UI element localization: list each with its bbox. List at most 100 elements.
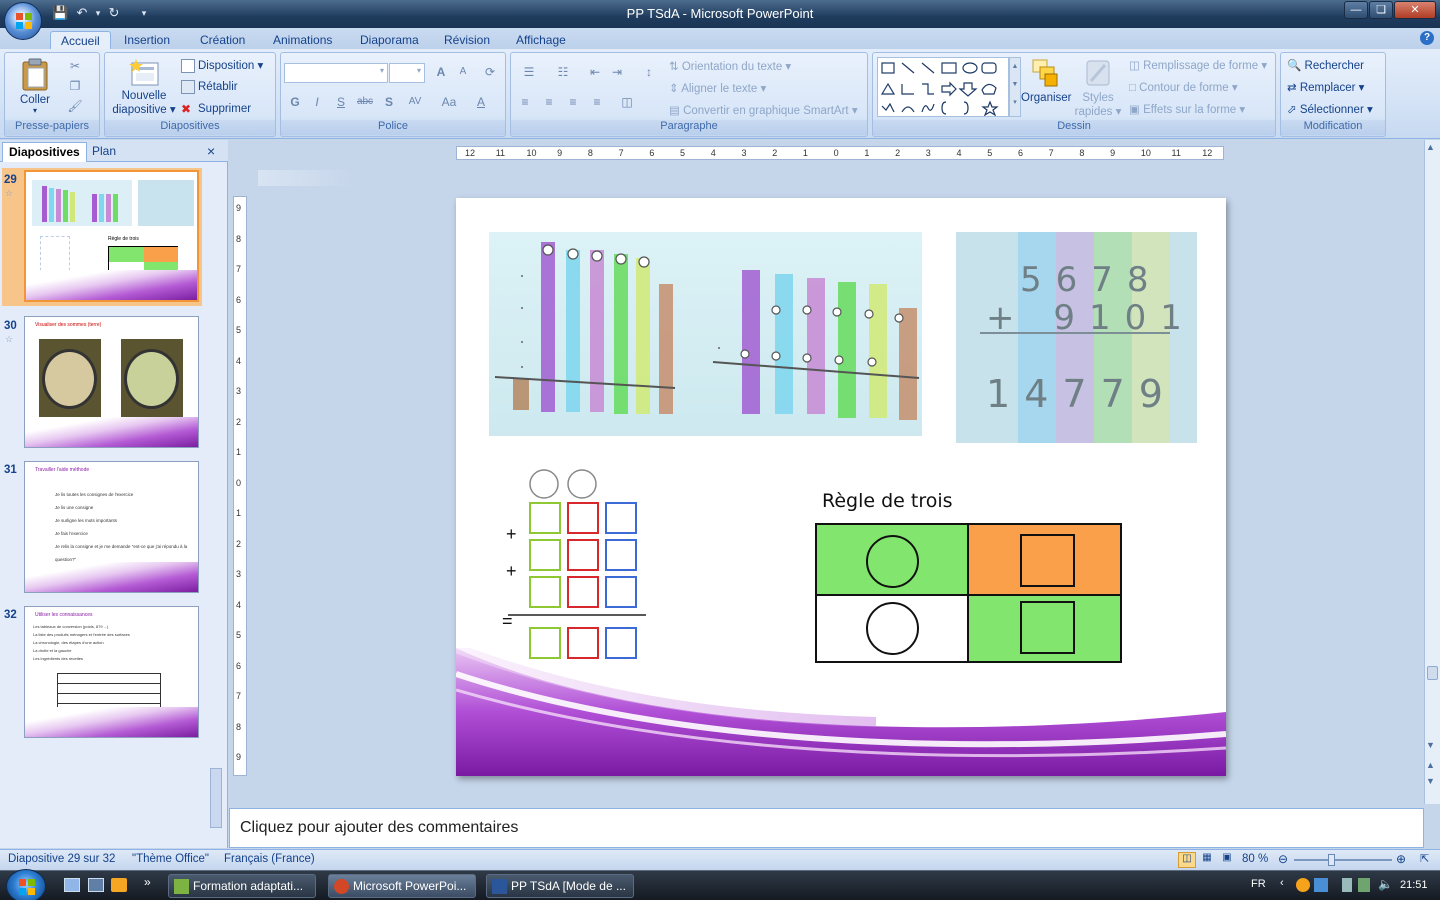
zoom-slider-thumb[interactable]	[1328, 854, 1335, 866]
theme-name[interactable]: "Thème Office"	[132, 853, 209, 865]
slideshow-view-icon[interactable]: ▣	[1218, 852, 1236, 868]
media-player-icon[interactable]	[111, 878, 127, 892]
change-case-icon[interactable]: Aa	[435, 93, 463, 111]
align-text-button[interactable]: ⇕ Aligner le texte ▾	[669, 81, 766, 95]
copy-icon[interactable]: ❐	[65, 77, 85, 95]
scroll-thumb[interactable]	[1427, 666, 1438, 680]
slide-thumbnail-31[interactable]: Travailler l'aide méthode Je lis toutes …	[24, 461, 199, 593]
align-center-icon[interactable]: ≡	[539, 93, 559, 111]
tray-device-icon[interactable]	[1342, 878, 1352, 892]
tab-diaporama[interactable]: Diaporama	[350, 31, 429, 50]
select-button[interactable]: ⬀ Sélectionner ▾	[1287, 102, 1373, 116]
slide-thumbnail-30[interactable]: Visualiser des sommes (terre)	[24, 316, 199, 448]
normal-view-icon[interactable]: ◫	[1178, 852, 1196, 868]
qat-customize-icon[interactable]: ▾	[136, 5, 152, 21]
slide-thumbnail-32[interactable]: Utiliser les connaissances Les tableaux …	[24, 606, 199, 738]
align-left-icon[interactable]: ≡	[515, 93, 535, 111]
undo-icon[interactable]: ↶	[74, 5, 90, 21]
scroll-up-icon[interactable]: ▲	[1426, 142, 1435, 152]
justify-icon[interactable]: ≡	[587, 93, 607, 111]
scroll-down-icon[interactable]: ▼	[1426, 740, 1435, 750]
new-slide-button[interactable]: Nouvelle diapositive ▾	[109, 57, 179, 116]
numbering-icon[interactable]: ☷	[548, 63, 578, 81]
volume-icon[interactable]: 🔈	[1378, 877, 1393, 891]
input-language[interactable]: FR	[1251, 878, 1266, 890]
find-button[interactable]: 🔍 Rechercher	[1287, 58, 1364, 72]
smartart-button[interactable]: ▤ Convertir en graphique SmartArt ▾	[669, 103, 858, 117]
office-button[interactable]	[4, 2, 42, 40]
line-spacing-icon[interactable]: ↕	[635, 63, 663, 81]
clock[interactable]: 21:51	[1400, 879, 1428, 891]
shape-fill-button[interactable]: ◫ Remplissage de forme ▾	[1129, 58, 1267, 72]
strikethrough-icon[interactable]: abc	[355, 93, 375, 111]
undo-dropdown-icon[interactable]: ▾	[90, 5, 106, 21]
minimize-button[interactable]: —	[1344, 1, 1368, 19]
cut-icon[interactable]: ✂	[65, 57, 85, 75]
tab-outline[interactable]: Plan	[86, 142, 122, 162]
slide-sorter-icon[interactable]: ▦	[1198, 852, 1216, 868]
tab-slides[interactable]: Diapositives	[2, 142, 87, 162]
zoom-slider[interactable]	[1294, 859, 1392, 861]
tab-affichage[interactable]: Affichage	[506, 31, 576, 50]
replace-button[interactable]: ⇄ Remplacer ▾	[1287, 80, 1364, 94]
quick-launch-more-icon[interactable]: »	[144, 875, 151, 889]
notes-pane[interactable]: Cliquez pour ajouter des commentaires	[229, 808, 1424, 848]
shape-effects-button[interactable]: ▣ Effets sur la forme ▾	[1129, 102, 1245, 116]
shrink-font-icon[interactable]: A	[453, 63, 473, 81]
arrange-button[interactable]: Organiser	[1021, 57, 1072, 104]
char-spacing-icon[interactable]: AV	[401, 93, 429, 111]
redo-icon[interactable]: ↻	[106, 5, 122, 21]
taskbar-item-pp-tsda[interactable]: PP TSdA [Mode de ...	[486, 874, 634, 898]
zoom-out-icon[interactable]: ⊖	[1278, 852, 1288, 866]
tray-network-icon[interactable]	[1314, 878, 1328, 892]
fit-to-window-icon[interactable]: ⇱	[1420, 852, 1429, 865]
tray-expand-icon[interactable]: ‹	[1280, 877, 1284, 889]
next-slide-icon[interactable]: ▼	[1426, 776, 1435, 786]
slide-thumbnail-29[interactable]: Règle de trois	[24, 170, 199, 302]
pane-scrollbar[interactable]	[210, 768, 222, 828]
layout-button[interactable]: Disposition ▾	[181, 58, 263, 73]
shape-outline-button[interactable]: □ Contour de forme ▾	[1129, 80, 1238, 94]
tab-accueil[interactable]: Accueil	[50, 31, 111, 50]
start-button[interactable]	[6, 869, 46, 900]
shapes-gallery-scroll[interactable]: ▲ ▼ ▾	[1009, 57, 1021, 117]
text-direction-button[interactable]: ⇅ Orientation du texte ▾	[669, 59, 791, 73]
tab-creation[interactable]: Création	[190, 31, 255, 50]
shapes-gallery[interactable]	[877, 57, 1009, 117]
font-name-box[interactable]: ▾	[284, 63, 388, 83]
zoom-in-icon[interactable]: ⊕	[1396, 852, 1406, 866]
language-indicator[interactable]: Français (France)	[224, 853, 315, 865]
zoom-level[interactable]: 80 %	[1242, 853, 1268, 865]
tab-animations[interactable]: Animations	[263, 31, 342, 50]
previous-slide-icon[interactable]: ▲	[1426, 760, 1435, 770]
pane-close-icon[interactable]: ×	[207, 143, 215, 159]
shadow-icon[interactable]: S	[379, 93, 399, 111]
quick-styles-button[interactable]: Styles rapides ▾	[1073, 57, 1123, 118]
bullets-icon[interactable]: ☰	[514, 63, 544, 81]
close-button[interactable]: ✕	[1394, 1, 1436, 19]
switch-windows-icon[interactable]	[88, 878, 104, 892]
paste-button[interactable]: Coller ▾	[11, 57, 59, 119]
align-right-icon[interactable]: ≡	[563, 93, 583, 111]
underline-icon[interactable]: S	[331, 93, 351, 111]
help-icon[interactable]: ?	[1420, 31, 1434, 45]
reset-button[interactable]: Rétablir	[181, 80, 238, 94]
slide-canvas[interactable]: 5678 + 9101 14779 + + = Règle de trois	[456, 198, 1226, 776]
bold-icon[interactable]: G	[285, 93, 305, 111]
vertical-ruler[interactable]: 9 8 7 6 5 4 3 2 1 0 1 2 3 4 5 6 7 8 9	[233, 196, 247, 776]
taskbar-item-powerpoint[interactable]: Microsoft PowerPoi...	[328, 874, 476, 898]
tab-revision[interactable]: Révision	[434, 31, 500, 50]
horizontal-ruler[interactable]: 12 11 10 9 8 7 6 5 4 3 2 1 0 1 2 3 4 5 6 7 8 9 10 11 12	[456, 146, 1224, 160]
clear-format-icon[interactable]: ⟳	[480, 63, 500, 81]
grow-font-icon[interactable]: A	[431, 63, 451, 81]
show-desktop-icon[interactable]	[64, 878, 80, 892]
font-size-box[interactable]: ▾	[389, 63, 425, 83]
battery-icon[interactable]	[1358, 878, 1370, 892]
taskbar-item-formation[interactable]: Formation adaptati...	[168, 874, 316, 898]
tab-insertion[interactable]: Insertion	[114, 31, 180, 50]
vertical-scrollbar[interactable]: ▲ ▼ ▲ ▼	[1424, 140, 1440, 804]
italic-icon[interactable]: I	[307, 93, 327, 111]
tray-app-icon[interactable]	[1296, 878, 1310, 892]
decrease-indent-icon[interactable]: ⇤	[585, 63, 605, 81]
maximize-button[interactable]: ❏	[1369, 1, 1393, 19]
